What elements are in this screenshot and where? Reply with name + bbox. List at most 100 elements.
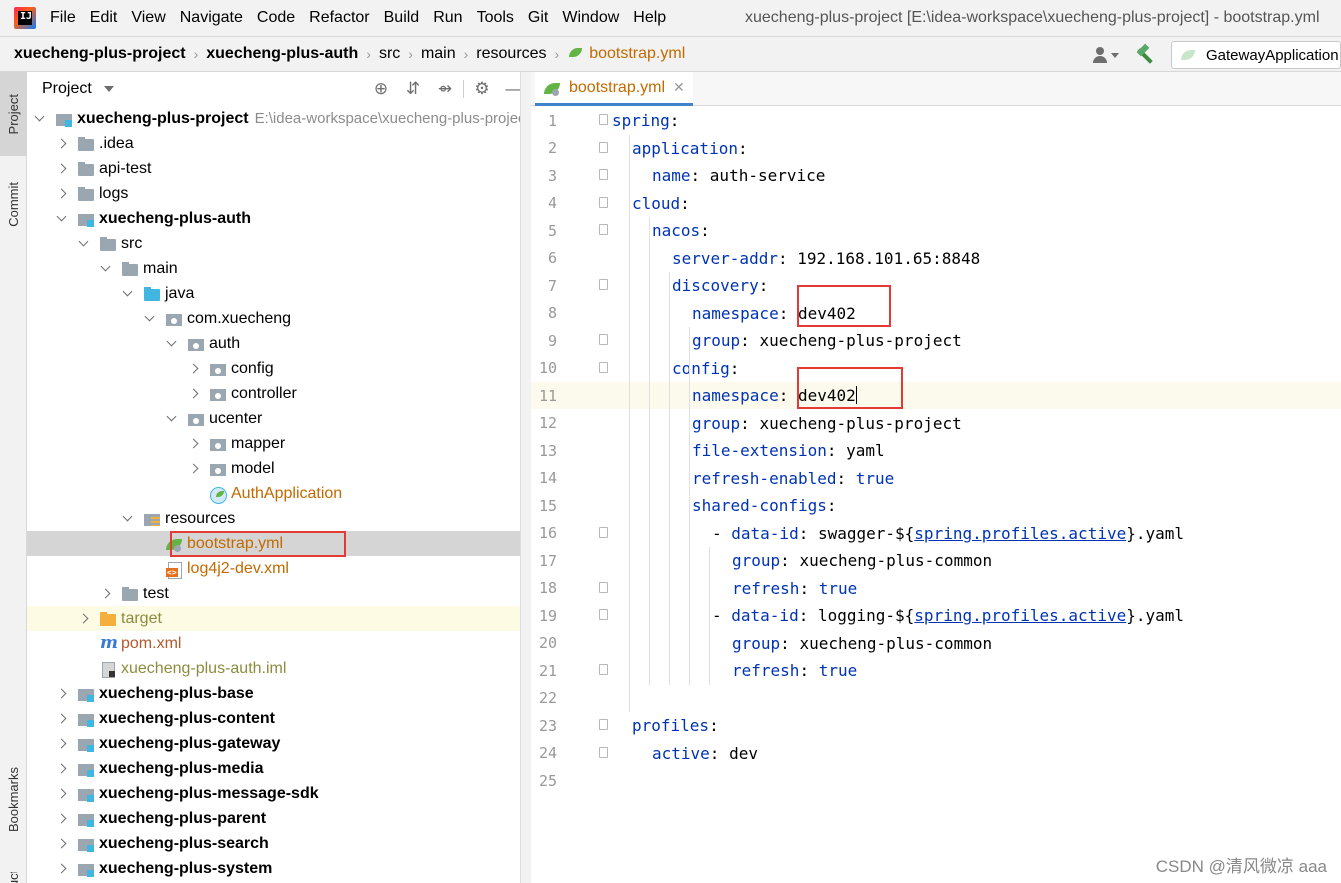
property-reference[interactable]: spring.profiles.active	[914, 524, 1126, 543]
tree-item[interactable]: src	[27, 231, 530, 256]
code-line[interactable]: 17 group: xuecheng-plus-common	[531, 547, 1341, 574]
menu-refactor[interactable]: Refactor	[309, 9, 369, 27]
chevron-down-icon[interactable]	[57, 214, 67, 224]
chevron-right-icon[interactable]	[79, 614, 89, 624]
chevron-right-icon[interactable]	[57, 789, 67, 799]
tree-item[interactable]: api-test	[27, 156, 530, 181]
tree-item[interactable]: .idea	[27, 131, 530, 156]
chevron-down-icon[interactable]	[101, 264, 111, 274]
code-line[interactable]: 21 refresh: true	[531, 657, 1341, 684]
menu-run[interactable]: Run	[433, 9, 462, 27]
code-line[interactable]: 25	[531, 767, 1341, 794]
code-line[interactable]: 16 - data-id: swagger-${spring.profiles.a…	[531, 520, 1341, 547]
code-line[interactable]: 8 namespace: dev402	[531, 300, 1341, 327]
tree-item[interactable]: xuecheng-plus-gateway	[27, 731, 530, 756]
fold-marker-icon[interactable]	[599, 526, 608, 538]
chevron-down-icon[interactable]	[35, 114, 45, 124]
tree-item[interactable]: xuecheng-plus-media	[27, 756, 530, 781]
chevron-right-icon[interactable]	[57, 139, 67, 149]
menu-help[interactable]: Help	[633, 9, 666, 27]
tree-item[interactable]: xuecheng-plus-content	[27, 706, 530, 731]
code-line[interactable]: 14 refresh-enabled: true	[531, 465, 1341, 492]
tree-item[interactable]: xuecheng-plus-base	[27, 681, 530, 706]
tree-item[interactable]: xuecheng-plus-system	[27, 856, 530, 881]
fold-marker-icon[interactable]	[599, 114, 608, 125]
code-line[interactable]: 12 group: xuecheng-plus-project	[531, 410, 1341, 437]
commit-tool-button[interactable]: Commit	[0, 166, 27, 242]
fold-marker-icon[interactable]	[599, 609, 608, 620]
collapse-all-icon[interactable]: ⇴	[429, 72, 461, 106]
gear-icon[interactable]: ⚙	[466, 72, 498, 106]
menu-tools[interactable]: Tools	[477, 9, 514, 27]
breadcrumb-item[interactable]: xuecheng-plus-project	[14, 45, 186, 63]
chevron-right-icon[interactable]	[189, 364, 199, 374]
code-line[interactable]: 1 spring:	[531, 107, 1341, 134]
chevron-down-icon[interactable]	[79, 239, 89, 249]
tree-item[interactable]: xuecheng-plus-message-sdk	[27, 781, 530, 806]
code-line[interactable]: 5 nacos:	[531, 217, 1341, 244]
menu-edit[interactable]: Edit	[90, 9, 118, 27]
tree-item[interactable]: xuecheng-plus-auth	[27, 206, 530, 231]
breadcrumb-item[interactable]: main	[421, 45, 456, 63]
code-line[interactable]: 10 config:	[531, 355, 1341, 382]
run-config-selector[interactable]: GatewayApplication	[1171, 41, 1341, 69]
tree-item[interactable]: xuecheng-plus-auth.iml	[27, 656, 530, 681]
code-area[interactable]: 1 spring: 2 application: 3 name: auth-service…	[531, 106, 1341, 883]
menu-build[interactable]: Build	[384, 9, 420, 27]
code-line[interactable]: 3 name: auth-service	[531, 162, 1341, 189]
menu-view[interactable]: View	[131, 9, 165, 27]
code-line[interactable]: 22	[531, 685, 1341, 712]
editor-tab-bootstrap-yml[interactable]: bootstrap.yml ✕	[535, 72, 693, 106]
fold-marker-icon[interactable]	[599, 581, 608, 593]
chevron-right-icon[interactable]	[189, 439, 199, 449]
fold-marker-icon[interactable]	[599, 141, 608, 153]
code-line[interactable]: 6 server-addr: 192.168.101.65:8848	[531, 245, 1341, 272]
chevron-down-icon[interactable]	[167, 339, 177, 349]
menu-git[interactable]: Git	[528, 9, 548, 27]
tree-item[interactable]: test	[27, 581, 530, 606]
menu-file[interactable]: File	[50, 9, 76, 27]
tree-item[interactable]: resources	[27, 506, 530, 531]
code-line[interactable]: 13 file-extension: yaml	[531, 437, 1341, 464]
chevron-right-icon[interactable]	[57, 189, 67, 199]
tree-item[interactable]: main	[27, 256, 530, 281]
code-line[interactable]: 4 cloud:	[531, 190, 1341, 217]
chevron-right-icon[interactable]	[57, 739, 67, 749]
tree-item[interactable]: ucenter	[27, 406, 530, 431]
code-line[interactable]: 19 - data-id: logging-${spring.profiles.a…	[531, 602, 1341, 629]
build-hammer-icon[interactable]	[1135, 45, 1157, 65]
chevron-down-icon[interactable]	[123, 514, 133, 524]
tree-item[interactable]: pom.xml	[27, 631, 530, 656]
chevron-right-icon[interactable]	[57, 764, 67, 774]
tree-item[interactable]: controller	[27, 381, 530, 406]
tree-item[interactable]: auth	[27, 331, 530, 356]
tree-item[interactable]: logs	[27, 181, 530, 206]
menu-window[interactable]: Window	[562, 9, 619, 27]
structure-tool-button[interactable]: Structure	[0, 872, 27, 883]
project-tool-button[interactable]: Project	[0, 72, 27, 156]
chevron-right-icon[interactable]	[57, 714, 67, 724]
fold-marker-icon[interactable]	[599, 361, 608, 373]
tree-item[interactable]: target	[27, 606, 530, 631]
panel-splitter[interactable]	[520, 72, 531, 883]
breadcrumb-item[interactable]: src	[379, 45, 400, 63]
code-line[interactable]: 18 refresh: true	[531, 575, 1341, 602]
property-reference[interactable]: spring.profiles.active	[914, 606, 1126, 625]
chevron-right-icon[interactable]	[189, 464, 199, 474]
fold-marker-icon[interactable]	[599, 279, 608, 290]
chevron-right-icon[interactable]	[57, 164, 67, 174]
chevron-down-icon[interactable]	[167, 414, 177, 424]
code-line[interactable]: 20 group: xuecheng-plus-common	[531, 630, 1341, 657]
tree-item[interactable]: xuecheng-plus-search	[27, 831, 530, 856]
locate-file-icon[interactable]: ⊕	[365, 72, 397, 106]
tree-item[interactable]: mapper	[27, 431, 530, 456]
code-line[interactable]: 9 group: xuecheng-plus-project	[531, 327, 1341, 354]
fold-marker-icon[interactable]	[599, 664, 608, 675]
expand-all-icon[interactable]: ⇵	[397, 72, 429, 106]
breadcrumb-item[interactable]: resources	[476, 45, 546, 63]
tree-item[interactable]: log4j2-dev.xml	[27, 556, 530, 581]
chevron-right-icon[interactable]	[57, 689, 67, 699]
code-line[interactable]: 7 discovery:	[531, 272, 1341, 299]
chevron-down-icon[interactable]	[145, 314, 155, 324]
code-line[interactable]: 2 application:	[531, 135, 1341, 162]
